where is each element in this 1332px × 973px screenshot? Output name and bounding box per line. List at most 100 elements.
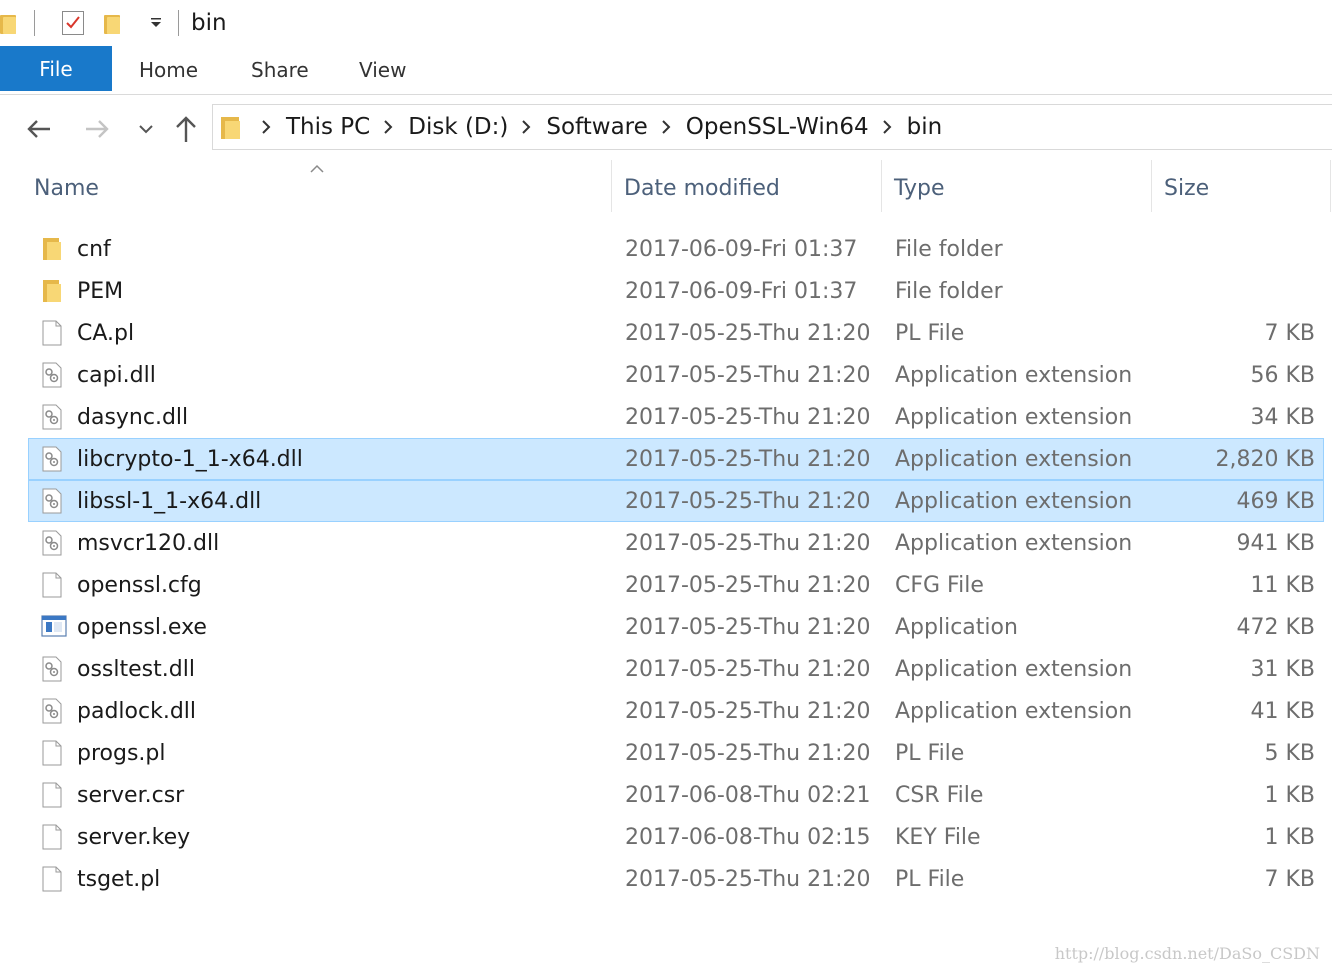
table-row[interactable]: openssl.cfg 2017-05-25-Thu 21:20 CFG File 1…	[28, 564, 1324, 606]
column-divider[interactable]	[1330, 160, 1331, 212]
chevron-right-icon[interactable]	[261, 119, 273, 135]
file-date-modified: 2017-06-09-Fri 01:37	[625, 237, 858, 262]
table-row[interactable]: libcrypto-1_1-x64.dll 2017-05-25-Thu 21:2…	[28, 438, 1324, 480]
address-bar[interactable]: This PC Disk (D:) Software OpenSSL-Win64…	[212, 104, 1332, 150]
file-date-modified: 2017-05-25-Thu 21:20	[625, 363, 871, 388]
dll-icon	[41, 362, 63, 388]
file-size: 7 KB	[1264, 321, 1315, 346]
properties-check-icon[interactable]	[62, 11, 84, 35]
column-divider[interactable]	[611, 160, 612, 212]
table-row[interactable]: CA.pl 2017-05-25-Thu 21:20 PL File 7 KB	[28, 312, 1324, 354]
file-type: Application extension	[895, 489, 1133, 514]
file-name: ossltest.dll	[77, 657, 195, 682]
table-row[interactable]: server.csr 2017-06-08-Thu 02:21 CSR File 1 …	[28, 774, 1324, 816]
column-size[interactable]: Size	[1164, 176, 1209, 201]
breadcrumb-openssl-win64[interactable]: OpenSSL-Win64	[686, 114, 869, 140]
table-row[interactable]: tsget.pl 2017-05-25-Thu 21:20 PL File 7 KB	[28, 858, 1324, 900]
file-icon	[41, 824, 63, 850]
customize-toolbar-dropdown-icon[interactable]	[148, 15, 164, 31]
file-type: CSR File	[895, 783, 984, 808]
tab-home[interactable]: Home	[139, 46, 198, 94]
file-name: cnf	[77, 237, 111, 262]
toolbar-separator	[34, 10, 35, 36]
file-size: 5 KB	[1264, 741, 1315, 766]
file-name: openssl.cfg	[77, 573, 202, 598]
breadcrumb-software[interactable]: Software	[546, 114, 647, 140]
explorer-window: bin File Home Share View This PC Disk (D…	[0, 0, 1332, 973]
window-folder-icon	[0, 12, 16, 34]
table-row[interactable]: capi.dll 2017-05-25-Thu 21:20 Application …	[28, 354, 1324, 396]
folder-icon	[41, 236, 63, 262]
new-folder-icon[interactable]	[104, 12, 120, 34]
table-row[interactable]: libssl-1_1-x64.dll 2017-05-25-Thu 21:20 Ap…	[28, 480, 1324, 522]
file-name: server.csr	[77, 783, 185, 808]
breadcrumb-bin[interactable]: bin	[907, 114, 943, 140]
table-row[interactable]: server.key 2017-06-08-Thu 02:15 KEY File 1 …	[28, 816, 1324, 858]
file-name: CA.pl	[77, 321, 135, 346]
sort-ascending-chevron-up-icon	[309, 160, 325, 179]
table-row[interactable]: progs.pl 2017-05-25-Thu 21:20 PL File 5 KB	[28, 732, 1324, 774]
recent-locations-chevron-down-icon[interactable]	[131, 114, 161, 144]
dll-icon	[41, 698, 63, 724]
table-row[interactable]: openssl.exe 2017-05-25-Thu 21:20 Applicati…	[28, 606, 1324, 648]
file-name: msvcr120.dll	[77, 531, 220, 556]
file-type: Application extension	[895, 405, 1133, 430]
column-divider[interactable]	[881, 160, 882, 212]
file-date-modified: 2017-05-25-Thu 21:20	[625, 531, 871, 556]
back-arrow-icon[interactable]	[24, 114, 54, 144]
column-type[interactable]: Type	[894, 176, 945, 201]
tab-share[interactable]: Share	[251, 46, 309, 94]
dll-icon	[41, 446, 63, 472]
table-row[interactable]: msvcr120.dll 2017-05-25-Thu 21:20 Applicat…	[28, 522, 1324, 564]
file-type: PL File	[895, 867, 965, 892]
dll-icon	[41, 404, 63, 430]
file-name: padlock.dll	[77, 699, 197, 724]
tab-file[interactable]: File	[0, 46, 112, 91]
file-type: Application extension	[895, 531, 1133, 556]
file-name: openssl.exe	[77, 615, 207, 640]
column-divider[interactable]	[1151, 160, 1152, 212]
chevron-right-icon[interactable]	[661, 119, 673, 135]
table-row[interactable]: padlock.dll 2017-05-25-Thu 21:20 Applicati…	[28, 690, 1324, 732]
tab-view[interactable]: View	[359, 46, 406, 94]
file-icon	[41, 572, 63, 598]
file-type: Application	[895, 615, 1018, 640]
chevron-right-icon[interactable]	[521, 119, 533, 135]
table-row[interactable]: ossltest.dll 2017-05-25-Thu 21:20 Applicat…	[28, 648, 1324, 690]
table-row[interactable]: PEM 2017-06-09-Fri 01:37 File folder	[28, 270, 1324, 312]
breadcrumb-disk-d[interactable]: Disk (D:)	[408, 114, 508, 140]
file-size: 34 KB	[1250, 405, 1315, 430]
chevron-right-icon[interactable]	[882, 119, 894, 135]
forward-arrow-icon[interactable]	[82, 114, 112, 144]
file-type: Application extension	[895, 363, 1133, 388]
file-type: Application extension	[895, 699, 1133, 724]
window-title: bin	[191, 10, 227, 36]
file-date-modified: 2017-06-08-Thu 02:21	[625, 783, 871, 808]
column-date-modified[interactable]: Date modified	[624, 176, 780, 201]
dll-icon	[41, 488, 63, 514]
folder-icon	[41, 278, 63, 304]
file-date-modified: 2017-06-08-Thu 02:15	[625, 825, 871, 850]
up-arrow-icon[interactable]	[171, 114, 201, 144]
chevron-right-icon[interactable]	[383, 119, 395, 135]
file-date-modified: 2017-05-25-Thu 21:20	[625, 657, 871, 682]
table-row[interactable]: dasync.dll 2017-05-25-Thu 21:20 Applicatio…	[28, 396, 1324, 438]
dll-icon	[41, 656, 63, 682]
file-name: server.key	[77, 825, 191, 850]
ribbon-tabs: File Home Share View	[0, 46, 1332, 95]
file-size: 41 KB	[1250, 699, 1315, 724]
file-type: Application extension	[895, 447, 1133, 472]
column-name[interactable]: Name	[34, 176, 99, 201]
address-folder-icon	[221, 115, 241, 139]
file-date-modified: 2017-05-25-Thu 21:20	[625, 699, 871, 724]
file-name: libcrypto-1_1-x64.dll	[77, 447, 303, 472]
file-date-modified: 2017-05-25-Thu 21:20	[625, 321, 871, 346]
file-date-modified: 2017-05-25-Thu 21:20	[625, 867, 871, 892]
file-size: 469 KB	[1236, 489, 1315, 514]
navigation-bar: This PC Disk (D:) Software OpenSSL-Win64…	[0, 104, 1332, 152]
title-bar: bin	[0, 0, 1332, 46]
file-type: File folder	[895, 279, 1003, 304]
table-row[interactable]: cnf 2017-06-09-Fri 01:37 File folder	[28, 228, 1324, 270]
file-name: capi.dll	[77, 363, 156, 388]
breadcrumb-this-pc[interactable]: This PC	[286, 114, 370, 140]
